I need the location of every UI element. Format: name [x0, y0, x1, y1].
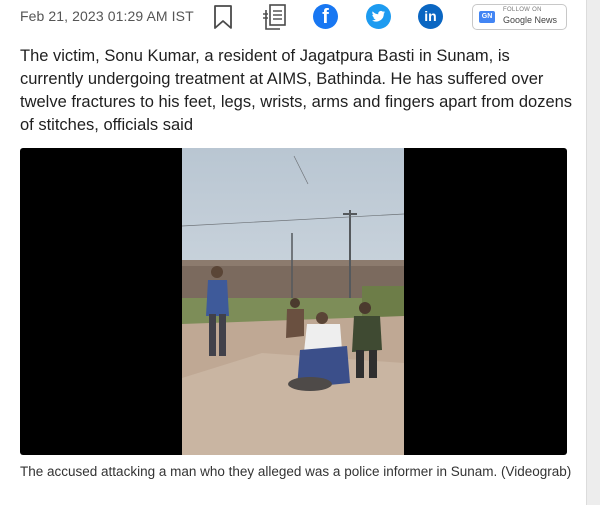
google-news-label: Google News: [503, 15, 558, 25]
video-player[interactable]: [20, 148, 567, 455]
dateline: Feb 21, 2023 01:29 AM IST: [20, 8, 194, 24]
bookmark-icon[interactable]: [212, 4, 234, 30]
facebook-icon[interactable]: f: [313, 4, 338, 29]
copy-outline-icon[interactable]: [262, 3, 288, 31]
follow-on-label: FOLLOW ON: [503, 7, 542, 13]
article-toolbar: Feb 21, 2023 01:29 AM IST f in GN FOLLOW…: [0, 0, 586, 36]
video-still-image: [182, 148, 404, 455]
twitter-icon[interactable]: [366, 4, 391, 29]
page-scrollbar[interactable]: [586, 0, 600, 505]
video-frame: [182, 148, 404, 455]
image-caption: The accused attacking a man who they all…: [20, 464, 572, 479]
article-summary: The victim, Sonu Kumar, a resident of Ja…: [20, 47, 573, 134]
google-news-follow-button[interactable]: GN FOLLOW ON Google News: [472, 4, 567, 30]
linkedin-icon[interactable]: in: [418, 4, 443, 29]
google-news-icon: GN: [479, 11, 495, 23]
